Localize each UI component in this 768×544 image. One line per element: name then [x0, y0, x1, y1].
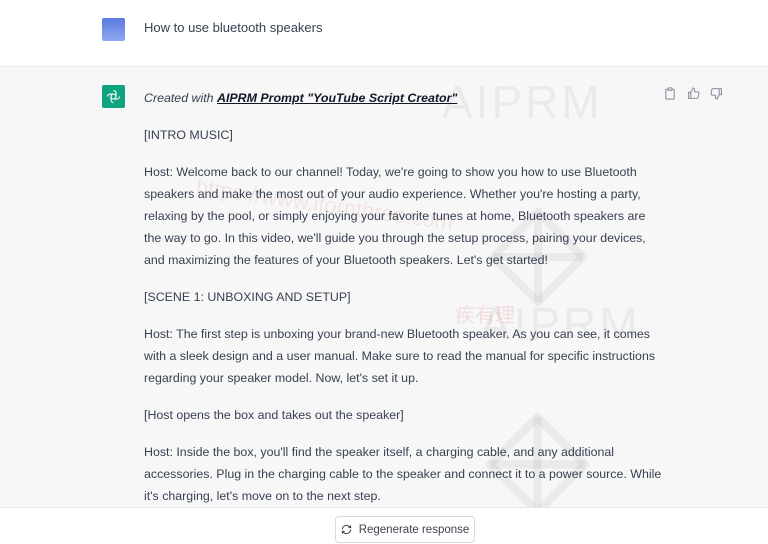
paragraph-host-inside-box: Host: Inside the box, you'll find the sp…	[144, 445, 662, 503]
user-message-text: How to use bluetooth speakers	[144, 20, 323, 35]
assistant-message-text: Created with AIPRM Prompt "YouTube Scrip…	[144, 87, 664, 507]
thumbs-up-icon	[687, 87, 699, 99]
paragraph-host-welcome: Host: Welcome back to our channel! Today…	[144, 165, 646, 267]
paragraph-host-opens-box: [Host opens the box and takes out the sp…	[144, 408, 404, 422]
user-message-row: How to use bluetooth speakers	[0, 0, 768, 67]
aiprm-credit: Created with AIPRM Prompt "YouTube Scrip…	[144, 87, 664, 109]
regenerate-response-button[interactable]: Regenerate response	[335, 516, 475, 543]
paragraph-host-unboxing: Host: The first step is unboxing your br…	[144, 327, 656, 385]
paragraph-scene-1: [SCENE 1: UNBOXING AND SETUP]	[144, 290, 351, 304]
chatgpt-logo-icon	[102, 85, 125, 108]
bottom-bar: Regenerate response	[0, 507, 768, 544]
thumbs-down-icon	[710, 87, 722, 99]
clipboard-icon	[665, 86, 675, 100]
assistant-message-row: AIPRM AIPRM https://www.ifornthree.com 疾…	[0, 67, 768, 507]
aiprm-prompt-link[interactable]: AIPRM Prompt "YouTube Script Creator"	[217, 91, 457, 105]
paragraph-intro-music: [INTRO MUSIC]	[144, 128, 233, 142]
regenerate-label: Regenerate response	[358, 523, 470, 536]
user-avatar	[102, 18, 125, 41]
thumbs-up-button[interactable]	[686, 86, 700, 100]
thumbs-down-button[interactable]	[709, 86, 723, 100]
refresh-icon	[341, 524, 351, 535]
message-actions	[663, 86, 723, 100]
credit-prefix: Created with	[144, 91, 218, 105]
copy-button[interactable]	[663, 86, 677, 100]
